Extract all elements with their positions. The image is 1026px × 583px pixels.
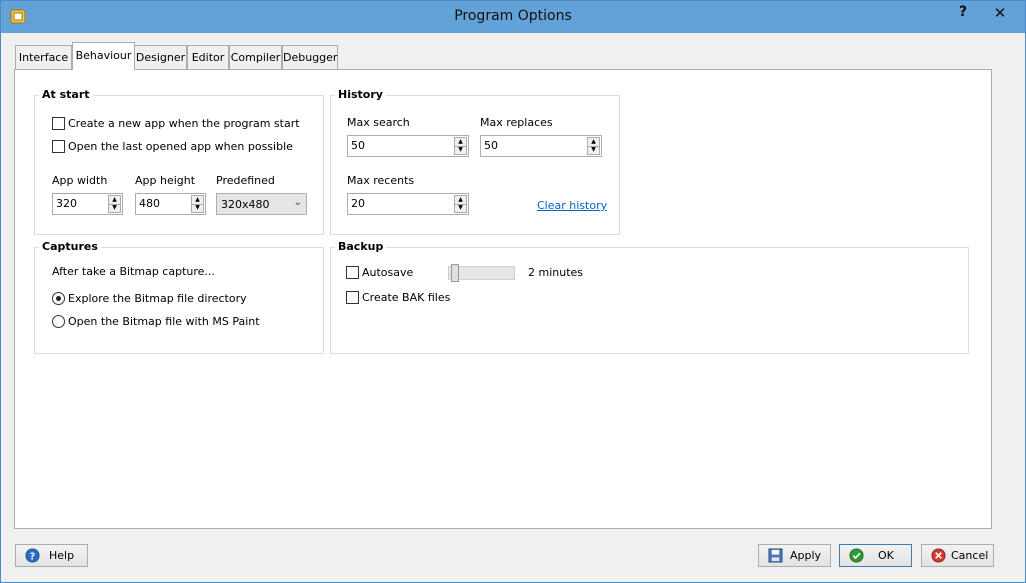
save-icon — [768, 548, 783, 563]
behaviour-tab-panel: At start Create a new app when the progr… — [14, 69, 992, 529]
window-title: Program Options — [454, 8, 572, 24]
create-new-app-checkbox[interactable] — [52, 117, 65, 130]
cancel-button[interactable]: Cancel — [921, 544, 994, 567]
history-title: History — [335, 88, 386, 101]
app-width-label: App width — [52, 174, 108, 187]
program-options-window: Program Options ? ✕ Interface Behaviour … — [0, 0, 1026, 583]
predefined-select[interactable]: 320x480 ⌄ — [216, 193, 307, 215]
max-replaces-spin-buttons[interactable]: ▲ ▼ — [587, 137, 600, 155]
app-height-spinner[interactable]: 480 ▲ ▼ — [135, 193, 206, 215]
create-bak-checkbox[interactable] — [346, 291, 359, 304]
open-last-app-label[interactable]: Open the last opened app when possible — [68, 140, 293, 153]
help-icon: ? — [25, 548, 40, 563]
max-replaces-label: Max replaces — [480, 116, 553, 129]
cancel-icon — [931, 548, 946, 563]
max-recents-label: Max recents — [347, 174, 415, 187]
tab-compiler[interactable]: Compiler — [229, 45, 282, 69]
tab-interface[interactable]: Interface — [15, 45, 72, 69]
app-height-value[interactable]: 480 — [139, 197, 160, 210]
backup-group: Backup Autosave 2 minutes Create BAK fil… — [330, 240, 969, 354]
captures-title: Captures — [39, 240, 101, 253]
help-button-label[interactable]: Help — [49, 549, 74, 562]
spin-down-icon[interactable]: ▼ — [109, 204, 120, 212]
tab-designer[interactable]: Designer — [134, 45, 187, 69]
predefined-value[interactable]: 320x480 — [221, 198, 270, 211]
max-search-spin-buttons[interactable]: ▲ ▼ — [454, 137, 467, 155]
history-group: History Max search 50 ▲ ▼ Max replaces 50… — [330, 88, 620, 235]
explore-directory-radio[interactable] — [52, 292, 65, 305]
open-last-app-checkbox[interactable] — [52, 140, 65, 153]
max-recents-spinner[interactable]: 20 ▲ ▼ — [347, 193, 469, 215]
app-height-label: App height — [135, 174, 196, 187]
svg-text:?: ? — [30, 551, 35, 562]
tab-behaviour[interactable]: Behaviour — [72, 42, 135, 70]
at-start-group: At start Create a new app when the progr… — [34, 88, 324, 235]
autosave-interval-slider[interactable] — [448, 264, 515, 282]
clear-history-link[interactable]: Clear history — [537, 199, 607, 212]
cancel-button-label[interactable]: Cancel — [951, 549, 988, 562]
app-width-spinner[interactable]: 320 ▲ ▼ — [52, 193, 123, 215]
spin-down-icon[interactable]: ▼ — [455, 146, 466, 154]
tab-editor[interactable]: Editor — [187, 45, 229, 69]
open-ms-paint-radio[interactable] — [52, 315, 65, 328]
max-replaces-spinner[interactable]: 50 ▲ ▼ — [480, 135, 602, 157]
tab-debugger[interactable]: Debugger — [282, 45, 338, 69]
create-bak-label[interactable]: Create BAK files — [362, 291, 450, 304]
at-start-title: At start — [39, 88, 93, 101]
max-recents-value[interactable]: 20 — [351, 197, 365, 210]
app-height-spin-buttons[interactable]: ▲ ▼ — [191, 195, 204, 213]
spin-down-icon[interactable]: ▼ — [588, 146, 599, 154]
app-width-spin-buttons[interactable]: ▲ ▼ — [108, 195, 121, 213]
app-width-value[interactable]: 320 — [56, 197, 77, 210]
spin-down-icon[interactable]: ▼ — [455, 204, 466, 212]
title-bar[interactable]: Program Options ? ✕ — [1, 1, 1025, 33]
spin-down-icon[interactable]: ▼ — [192, 204, 203, 212]
ok-button[interactable]: OK — [839, 544, 912, 567]
explore-directory-label[interactable]: Explore the Bitmap file directory — [68, 292, 247, 305]
help-button[interactable]: ? Help — [15, 544, 88, 567]
backup-title: Backup — [335, 240, 387, 253]
check-circle-icon — [849, 548, 864, 563]
predefined-label: Predefined — [216, 174, 275, 187]
autosave-interval-text: 2 minutes — [528, 266, 584, 279]
captures-prompt: After take a Bitmap capture... — [52, 265, 215, 278]
max-search-value[interactable]: 50 — [351, 139, 365, 152]
create-new-app-label[interactable]: Create a new app when the program start — [68, 117, 300, 130]
slider-thumb[interactable] — [451, 264, 459, 282]
max-recents-spin-buttons[interactable]: ▲ ▼ — [454, 195, 467, 213]
ok-button-label[interactable]: OK — [878, 549, 894, 562]
close-button[interactable]: ✕ — [983, 4, 1017, 26]
captures-group: Captures After take a Bitmap capture... … — [34, 240, 324, 354]
context-help-button[interactable]: ? — [951, 4, 975, 26]
autosave-label[interactable]: Autosave — [362, 266, 413, 279]
max-replaces-value[interactable]: 50 — [484, 139, 498, 152]
max-search-label: Max search — [347, 116, 410, 129]
open-ms-paint-label[interactable]: Open the Bitmap file with MS Paint — [68, 315, 260, 328]
autosave-checkbox[interactable] — [346, 266, 359, 279]
max-search-spinner[interactable]: 50 ▲ ▼ — [347, 135, 469, 157]
chevron-down-icon[interactable]: ⌄ — [294, 197, 302, 208]
apply-button[interactable]: Apply — [758, 544, 831, 567]
apply-button-label[interactable]: Apply — [790, 549, 821, 562]
